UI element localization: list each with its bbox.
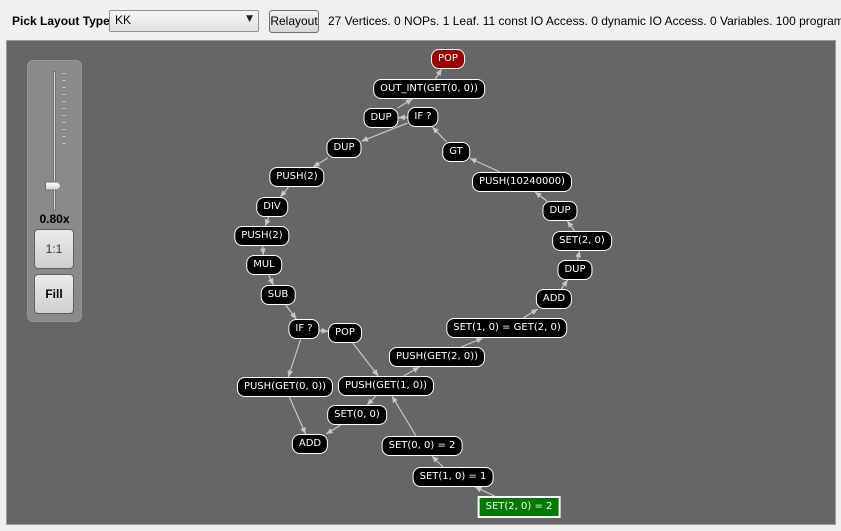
graph-node-push-big[interactable]: PUSH(10240000)	[472, 172, 572, 192]
graph-edge	[312, 157, 329, 168]
graph-edge	[434, 68, 443, 80]
zoom-slider-tick	[62, 101, 66, 102]
graph-edge	[534, 191, 548, 202]
graph-edge	[285, 304, 297, 320]
graph-node-if1[interactable]: IF ?	[407, 107, 439, 127]
zoom-one-to-one-button[interactable]: 1:1	[34, 229, 74, 269]
graph-node-push-get00[interactable]: PUSH(GET(0, 0))	[236, 377, 334, 397]
graph-edge	[267, 274, 274, 286]
graph-node-set00[interactable]: SET(0, 0)	[327, 405, 387, 425]
graph-node-set10-get20[interactable]: SET(1, 0) = GET(2, 0)	[446, 318, 568, 338]
graph-edge	[566, 220, 576, 232]
graph-node-mul[interactable]: MUL	[246, 255, 282, 275]
graph-node-gt[interactable]: GT	[442, 142, 470, 162]
graph-canvas[interactable]: POP OUT_INT(GET(0, 0)) DUP IF ? DUP GT PUSH(2)…	[6, 40, 836, 525]
graph-node-set20-2[interactable]: SET(2, 0) = 2	[477, 496, 561, 518]
graph-edge	[352, 342, 379, 377]
graph-node-dup4[interactable]: DUP	[557, 260, 593, 280]
graph-node-set20[interactable]: SET(2, 0)	[552, 231, 612, 251]
zoom-slider-tick	[62, 129, 66, 130]
zoom-slider-tick	[62, 143, 66, 144]
zoom-level-label: 0.80x	[39, 212, 70, 226]
layout-type-value: KK	[115, 13, 132, 27]
zoom-fill-button[interactable]: Fill	[34, 274, 74, 314]
graph-edge	[474, 486, 496, 497]
graph-node-set00-2[interactable]: SET(0, 0) = 2	[381, 436, 463, 456]
graph-edge	[522, 308, 539, 319]
graph-node-dup2[interactable]: DUP	[326, 138, 362, 158]
graph-edge	[366, 395, 377, 406]
graph-node-add2[interactable]: ADD	[291, 434, 329, 454]
graph-edge	[460, 337, 484, 348]
graph-node-push-get20[interactable]: PUSH(GET(2, 0))	[388, 347, 486, 367]
graph-node-div[interactable]: DIV	[256, 197, 288, 217]
graph-node-dup1[interactable]: DUP	[363, 108, 399, 128]
graph-node-pop2[interactable]: POP	[328, 323, 362, 343]
zoom-slider-tick	[62, 73, 66, 74]
graph-node-set10-1[interactable]: SET(1, 0) = 1	[412, 467, 494, 487]
graph-edge	[325, 424, 342, 435]
graph-edge	[391, 395, 417, 437]
layout-type-dropdown[interactable]: KK ▼	[109, 10, 259, 32]
graph-node-if2[interactable]: IF ?	[288, 319, 320, 339]
graph-edge	[469, 157, 501, 173]
graph-node-dup3[interactable]: DUP	[542, 201, 578, 221]
zoom-slider-tick	[62, 115, 66, 116]
zoom-slider-tick	[62, 94, 66, 95]
graph-edge	[403, 366, 420, 377]
graph-edge	[279, 186, 290, 198]
graph-node-sub[interactable]: SUB	[260, 285, 296, 305]
zoom-slider-tick	[62, 87, 66, 88]
graph-node-push2a[interactable]: PUSH(2)	[269, 167, 325, 187]
relayout-button[interactable]: Relayout	[269, 10, 319, 33]
graph-edge	[264, 216, 271, 227]
graph-edge	[431, 126, 448, 143]
graph-node-pop-top[interactable]: POP	[431, 49, 465, 69]
graph-edge	[397, 98, 413, 109]
zoom-slider-tick	[62, 108, 66, 109]
chevron-down-icon: ▼	[246, 14, 253, 24]
graph-edge	[431, 455, 444, 468]
graph-edge	[288, 396, 307, 435]
graph-edge	[319, 327, 329, 334]
zoom-slider-thumb[interactable]	[45, 181, 61, 191]
toolbar: Pick Layout Type KK ▼ Relayout 27 Vertic…	[0, 0, 841, 40]
zoom-slider-tick	[62, 122, 66, 123]
zoom-slider-tick	[62, 136, 66, 137]
layout-type-label: Pick Layout Type	[12, 14, 110, 28]
graph-edge	[259, 245, 266, 256]
graph-stats-text: 27 Vertices. 0 NOPs. 1 Leaf. 11 const IO…	[328, 14, 841, 28]
graph-edge	[287, 338, 302, 378]
zoom-slider-tick	[62, 80, 66, 81]
graph-node-push-get10[interactable]: PUSH(GET(1, 0))	[337, 376, 435, 396]
graph-node-add1[interactable]: ADD	[535, 289, 573, 309]
graph-edge	[560, 279, 569, 290]
zoom-panel: 0.80x 1:1 Fill	[27, 60, 82, 322]
graph-edge	[575, 250, 581, 261]
graph-node-out-int[interactable]: OUT_INT(GET(0, 0))	[373, 79, 485, 99]
graph-node-push2b[interactable]: PUSH(2)	[234, 226, 290, 246]
